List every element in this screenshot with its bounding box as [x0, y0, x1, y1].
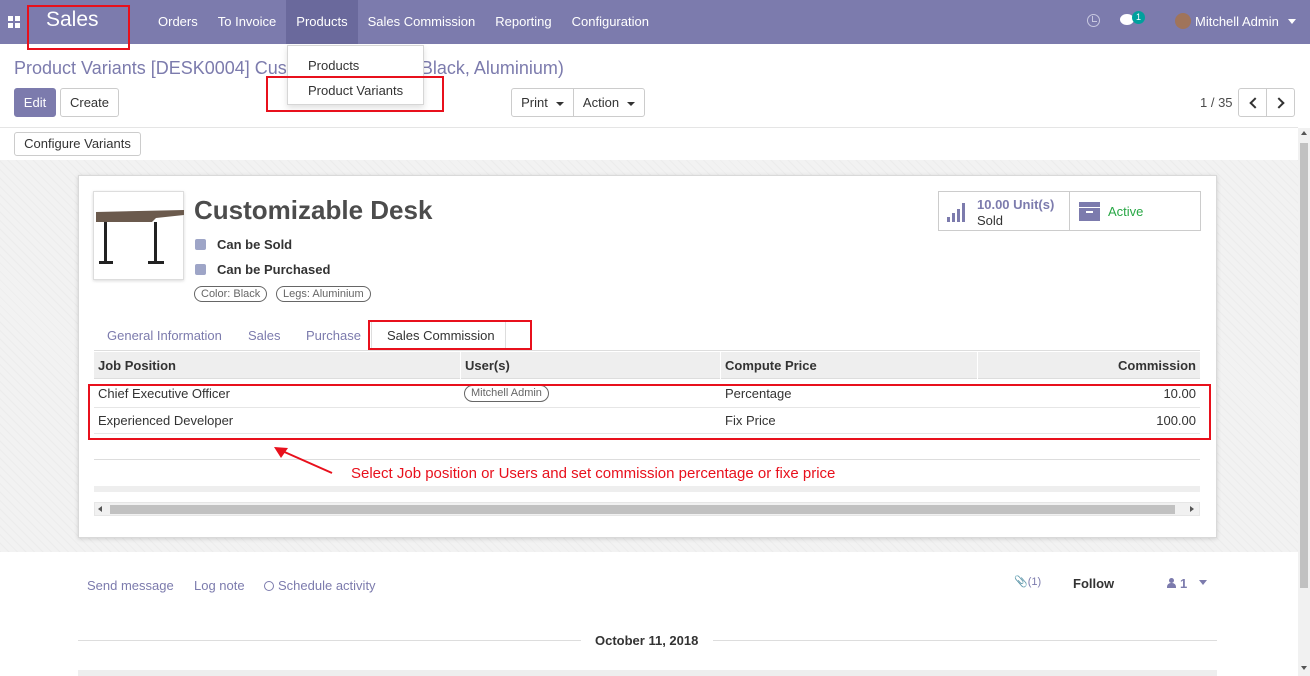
- activity-clock-icon[interactable]: [1087, 14, 1100, 27]
- create-button[interactable]: Create: [60, 88, 119, 117]
- table-cell-commission[interactable]: 10.00: [1040, 386, 1196, 401]
- annotation-text: Select Job position or Users and set com…: [351, 465, 836, 482]
- action-caret-icon: [627, 101, 636, 106]
- table-footer-line: [94, 459, 1200, 460]
- menu-orders[interactable]: Orders: [148, 0, 208, 44]
- product-image[interactable]: [93, 191, 184, 280]
- tab-sales-commission[interactable]: Sales Commission: [387, 328, 495, 343]
- can-be-sold-checkbox[interactable]: [195, 239, 206, 250]
- scroll-down-icon[interactable]: [1301, 666, 1307, 670]
- column-separator: [720, 352, 721, 379]
- pager-next-button[interactable]: [1266, 88, 1295, 117]
- top-navbar: Sales Orders To Invoice Products Sales C…: [0, 0, 1310, 44]
- table-cell-compute-price[interactable]: Fix Price: [725, 413, 776, 428]
- table-cell-job-position[interactable]: Experienced Developer: [98, 413, 233, 428]
- clock-icon: [264, 581, 274, 591]
- archive-icon: [1079, 202, 1100, 221]
- message-count-badge: 1: [1132, 11, 1146, 24]
- main-menu: Orders To Invoice Products Sales Commiss…: [148, 0, 659, 44]
- annotation-arrow-icon: [274, 447, 333, 474]
- desk-image-icon: [96, 210, 184, 264]
- product-name[interactable]: Customizable Desk: [194, 195, 432, 226]
- row-divider: [94, 407, 1200, 408]
- products-dropdown-menu: Products Product Variants: [287, 45, 424, 105]
- attribute-tag-color: Color: Black: [194, 286, 268, 302]
- chevron-right-icon: [1273, 97, 1285, 109]
- table-cell-job-position[interactable]: Chief Executive Officer: [98, 386, 230, 401]
- apps-menu-icon[interactable]: [8, 16, 20, 28]
- commission-table-header: [94, 352, 1200, 379]
- column-header-compute-price[interactable]: Compute Price: [725, 358, 817, 373]
- control-panel-divider: [0, 127, 1298, 128]
- date-separator-line: [78, 640, 581, 641]
- attachments-count: (1): [1027, 576, 1042, 588]
- menu-configuration[interactable]: Configuration: [562, 0, 659, 44]
- followers-caret-icon[interactable]: [1199, 580, 1207, 585]
- user-avatar[interactable]: [1175, 13, 1191, 29]
- user-menu-caret-icon[interactable]: [1288, 19, 1296, 24]
- print-label: Print: [521, 95, 548, 110]
- log-note-link[interactable]: Log note: [194, 578, 245, 593]
- pager-previous-button[interactable]: [1238, 88, 1267, 117]
- user-tag[interactable]: Mitchell Admin: [464, 385, 549, 402]
- message-item: [78, 670, 1217, 676]
- edit-button[interactable]: Edit: [14, 88, 56, 117]
- vertical-scrollbar-thumb[interactable]: [1300, 143, 1308, 588]
- action-label: Action: [582, 95, 620, 110]
- follow-button[interactable]: Follow: [1073, 576, 1114, 591]
- menu-reporting[interactable]: Reporting: [485, 0, 561, 44]
- menu-sales-commission[interactable]: Sales Commission: [358, 0, 486, 44]
- sold-quantity: 10.00 Unit(s): [977, 197, 1055, 212]
- app-brand[interactable]: Sales: [46, 8, 99, 32]
- column-header-commission[interactable]: Commission: [1040, 358, 1196, 373]
- can-be-purchased-label: Can be Purchased: [217, 262, 331, 277]
- can-be-sold-label: Can be Sold: [217, 237, 293, 252]
- bar-chart-icon: [947, 202, 969, 222]
- scroll-right-icon[interactable]: [1190, 506, 1194, 512]
- dropdown-item-product-variants[interactable]: Product Variants: [308, 83, 403, 98]
- column-header-job-position[interactable]: Job Position: [98, 358, 176, 373]
- print-button[interactable]: Print: [511, 88, 574, 117]
- user-menu[interactable]: Mitchell Admin: [1195, 14, 1279, 29]
- followers-count[interactable]: 1: [1180, 576, 1187, 591]
- paperclip-icon: 📎: [1014, 576, 1028, 588]
- active-label: Active: [1108, 204, 1144, 219]
- tab-purchase[interactable]: Purchase: [306, 328, 361, 343]
- tab-sales[interactable]: Sales: [248, 328, 281, 343]
- schedule-activity-link[interactable]: Schedule activity: [264, 578, 376, 593]
- date-separator-line: [713, 640, 1217, 641]
- sold-label: Sold: [977, 213, 1004, 228]
- table-cell-commission[interactable]: 100.00: [1040, 413, 1196, 428]
- scroll-up-icon[interactable]: [1301, 131, 1307, 135]
- tabs-underline: [94, 350, 1200, 351]
- row-divider: [94, 433, 1200, 434]
- pager-value[interactable]: 1 / 35: [1200, 95, 1233, 110]
- table-cell-compute-price[interactable]: Percentage: [725, 386, 792, 401]
- menu-products[interactable]: Products: [286, 0, 358, 44]
- scroll-left-icon[interactable]: [98, 506, 102, 512]
- followers-icon[interactable]: [1167, 578, 1176, 588]
- schedule-activity-label: Schedule activity: [278, 578, 376, 593]
- send-message-link[interactable]: Send message: [87, 578, 174, 593]
- table-footer-bar: [94, 486, 1200, 492]
- menu-to-invoice[interactable]: To Invoice: [208, 0, 287, 44]
- date-separator: October 11, 2018: [595, 633, 699, 648]
- attribute-tag-legs: Legs: Aluminium: [276, 286, 371, 302]
- column-separator: [977, 352, 978, 379]
- column-separator: [460, 352, 461, 379]
- column-header-users[interactable]: User(s): [465, 358, 510, 373]
- dropdown-item-products[interactable]: Products: [308, 58, 359, 73]
- configure-variants-button[interactable]: Configure Variants: [14, 132, 141, 156]
- can-be-purchased-checkbox[interactable]: [195, 264, 206, 275]
- active-toggle-button[interactable]: Active: [1069, 191, 1201, 231]
- attachments-button[interactable]: 📎(1): [1014, 575, 1041, 588]
- horizontal-scrollbar-thumb[interactable]: [110, 505, 1175, 514]
- chevron-left-icon: [1249, 97, 1261, 109]
- action-button[interactable]: Action: [573, 88, 645, 117]
- tab-general-information[interactable]: General Information: [107, 328, 222, 343]
- print-caret-icon: [555, 101, 564, 106]
- sold-stat-button[interactable]: 10.00 Unit(s) Sold: [938, 191, 1070, 231]
